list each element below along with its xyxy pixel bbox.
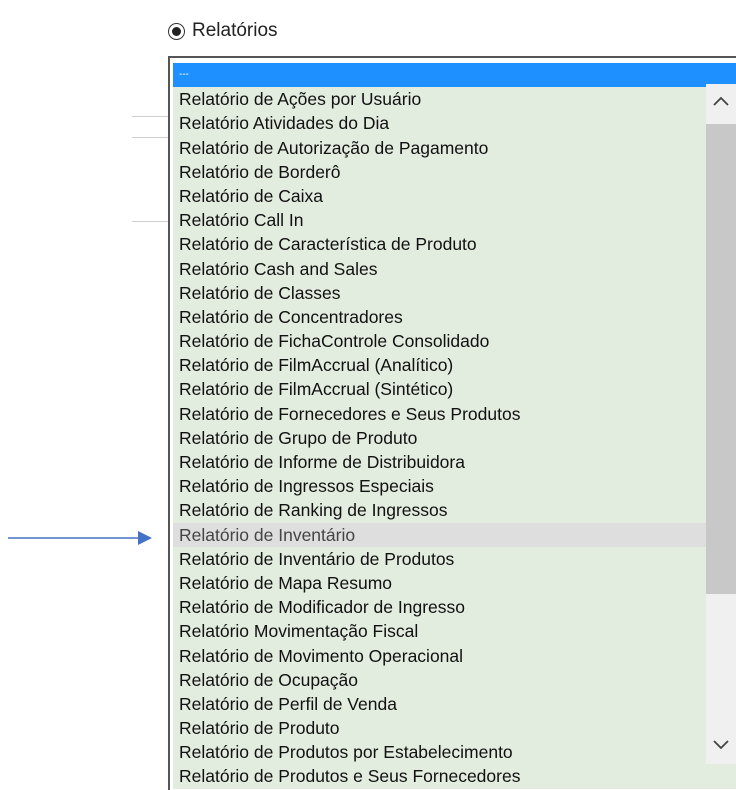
background-divider — [132, 221, 172, 222]
dropdown-options: --- Relatório de Ações por Usuário Relatór… — [173, 63, 736, 789]
dropdown-option[interactable]: Relatório Movimentação Fiscal — [173, 619, 736, 644]
chevron-up-icon — [713, 96, 729, 106]
dropdown-option[interactable]: Relatório de Característica de Produto — [173, 232, 736, 257]
scrollbar-thumb[interactable] — [706, 124, 736, 594]
dropdown-option[interactable]: Relatório de Autorização de Pagamento — [173, 135, 736, 160]
dropdown-option[interactable]: Relatório de Classes — [173, 280, 736, 305]
dropdown-option[interactable]: Relatório de Caixa — [173, 183, 736, 209]
dropdown-option[interactable]: Relatório de Fornecedores e Seus Produto… — [173, 401, 736, 426]
scroll-down-button[interactable] — [706, 730, 736, 760]
dropdown-option[interactable]: Relatório de Ranking de Ingressos — [173, 498, 736, 523]
dropdown-option[interactable]: Relatório de Perfil de Venda — [173, 691, 736, 717]
dropdown-option[interactable]: Relatório de Informe de Distribuidora — [173, 450, 736, 475]
dropdown-option[interactable]: Relatório de Borderô — [173, 159, 736, 184]
dropdown-option[interactable]: Relatório Call In — [173, 208, 736, 233]
dropdown-option[interactable]: Relatório de Produto — [173, 716, 736, 741]
radio-button[interactable] — [168, 22, 185, 40]
background-divider — [132, 137, 172, 138]
dropdown-option[interactable]: Relatório Atividades do Dia — [173, 111, 736, 136]
dropdown-option[interactable]: Relatório de Movimento Operacional — [173, 643, 736, 668]
dropdown-option[interactable]: Relatório de Grupo de Produto — [173, 425, 736, 450]
option-placeholder[interactable]: --- — [173, 63, 736, 88]
scroll-up-button[interactable] — [706, 86, 736, 116]
radio-checked-dot — [172, 26, 181, 36]
dropdown-option[interactable]: Relatório de FilmAccrual (Analítico) — [173, 353, 736, 378]
background-divider — [132, 116, 172, 117]
dropdown-option[interactable]: Relatório de FilmAccrual (Sintético) — [173, 377, 736, 402]
dropdown-option[interactable]: Relatório de Inventário — [173, 522, 736, 547]
dropdown-option[interactable]: Relatório de Ações por Usuário — [173, 87, 736, 112]
dropdown-option[interactable]: Relatório de Inventário de Produtos — [173, 546, 736, 571]
report-selection-screen: Relatórios --- Relatório de Ações por Usu… — [0, 0, 736, 790]
arrow-right-icon — [8, 531, 152, 545]
dropdown-option[interactable]: Relatório de Ingressos Especiais — [173, 474, 736, 499]
dropdown-option[interactable]: Relatório de FichaControle Consolidado — [173, 329, 736, 354]
dropdown-option[interactable]: Relatório de Modificador de Ingresso — [173, 595, 736, 620]
relatorios-radio-option[interactable]: Relatórios — [168, 16, 278, 46]
report-dropdown-list[interactable]: --- Relatório de Ações por Usuário Relatór… — [168, 56, 736, 790]
radio-label: Relatórios — [192, 20, 278, 41]
dropdown-option[interactable]: Relatório de Ocupação — [173, 667, 736, 692]
chevron-down-icon — [713, 740, 729, 750]
dropdown-option[interactable]: Relatório de Concentradores — [173, 304, 736, 330]
dropdown-option[interactable]: Relatório Cash and Sales — [173, 256, 736, 281]
dropdown-option[interactable]: Relatório de Produtos e Seus Fornecedore… — [173, 764, 736, 789]
dropdown-option[interactable]: Relatório de Produtos por Estabeleciment… — [173, 740, 736, 765]
dropdown-option[interactable]: Relatório de Mapa Resumo — [173, 570, 736, 596]
